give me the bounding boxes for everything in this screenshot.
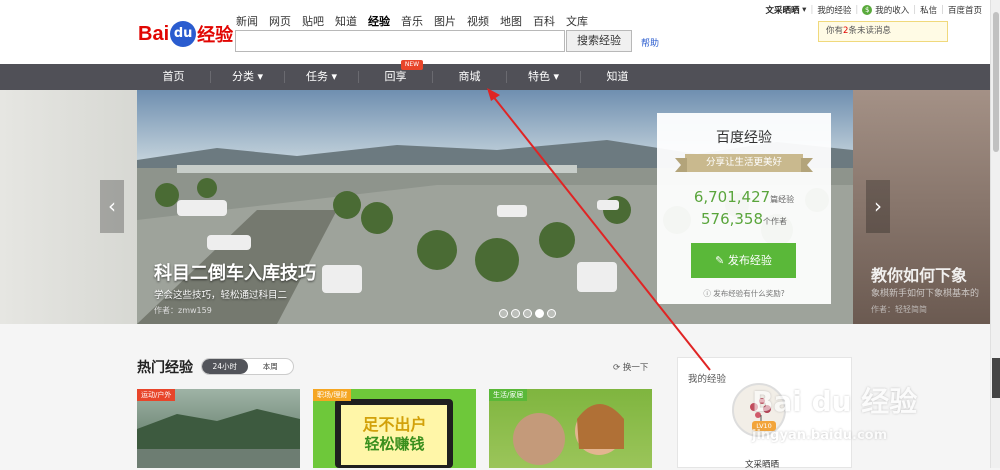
scrollbar-thumb[interactable] (993, 12, 999, 152)
side-feedback-tab[interactable] (992, 358, 1000, 398)
red-arrow-head (487, 88, 500, 101)
annotation-overlay (487, 88, 711, 371)
red-arrow-line (491, 94, 711, 371)
